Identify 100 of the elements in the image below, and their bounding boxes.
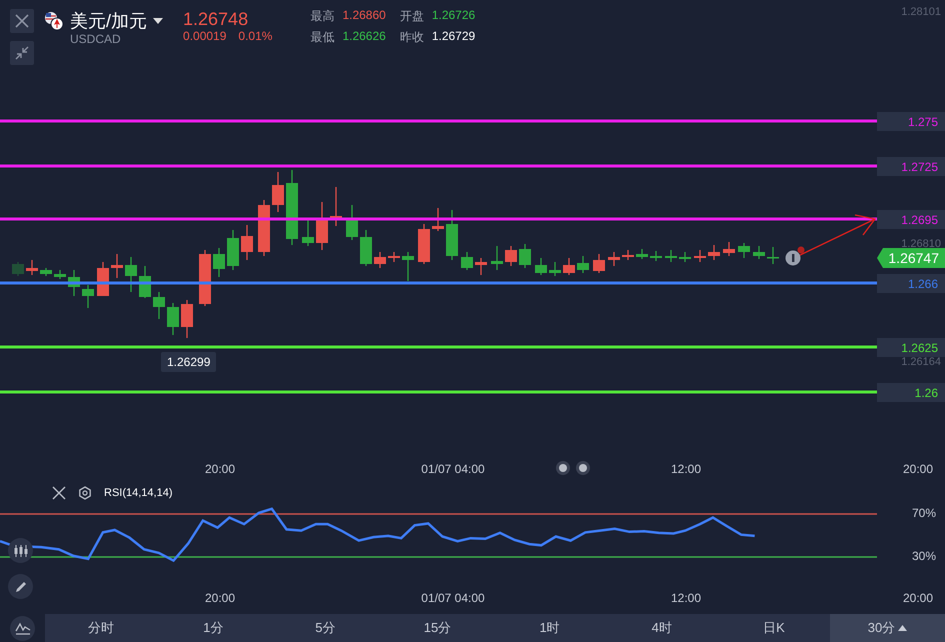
candlestick [767, 247, 779, 264]
price-axis-label: 1.26810 [901, 238, 941, 250]
time-axis-label: 20:00 [204, 591, 236, 605]
candlestick [679, 252, 691, 262]
timeframe-tab[interactable]: 4时 [606, 614, 718, 642]
info-icon [786, 246, 804, 266]
candlestick [388, 252, 400, 262]
candlestick [461, 252, 473, 270]
timeframe-tab[interactable]: 5分 [269, 614, 382, 642]
time-axis-label: 20:00 [902, 591, 934, 605]
candlestick [40, 268, 52, 276]
candlestick [82, 285, 94, 308]
candlestick [346, 205, 358, 240]
stat-label: 昨收 [400, 29, 424, 46]
time-axis-label: 20:00 [902, 462, 934, 476]
low-price-tag: 1.26299 [161, 352, 216, 372]
candlestick [535, 258, 547, 275]
candlestick [12, 262, 24, 276]
stat-value: 1.26860 [342, 8, 386, 24]
candlestick [241, 225, 253, 260]
price-axis-label: 1.28101 [901, 6, 941, 18]
candlestick [432, 208, 444, 231]
stat-label: 最低 [310, 29, 334, 46]
instrument-selector[interactable]: 美元/加元 [70, 9, 164, 33]
candlestick [302, 218, 314, 246]
settings-icon[interactable] [78, 486, 92, 500]
candlestick [167, 303, 179, 335]
caret-icon [153, 18, 164, 24]
candlestick [418, 224, 430, 264]
collapse-arrows-icon [15, 46, 29, 60]
candlestick [54, 270, 66, 279]
candlestick [26, 260, 38, 275]
caret-icon [898, 625, 908, 631]
instrument-code: USDCAD [70, 33, 122, 46]
candlestick [694, 250, 706, 262]
price-axis-label: 1.26164 [901, 356, 941, 368]
stat-value: 1.26729 [432, 29, 476, 45]
flags-icon [44, 11, 64, 31]
candlestick [258, 200, 270, 256]
candlestick [213, 248, 225, 277]
candlestick [402, 252, 414, 281]
indicator-icon [14, 621, 30, 635]
candlestick [563, 258, 575, 275]
candlestick [577, 256, 589, 273]
timeframe-tab[interactable]: 分时 [45, 614, 158, 642]
close-icon[interactable] [52, 486, 66, 500]
change-percent: 0.01% [238, 29, 272, 43]
candlestick [125, 257, 137, 292]
stat-value: 1.26726 [432, 8, 476, 24]
candlestick [272, 172, 284, 212]
timeframe-tab[interactable]: 1分 [157, 614, 270, 642]
timeframe-tab[interactable]: 15分 [381, 614, 494, 642]
candlestick [708, 245, 720, 260]
time-axis-label: 12:00 [670, 462, 702, 476]
candlestick [316, 202, 328, 250]
candlestick [636, 249, 648, 259]
candlestick [593, 254, 605, 273]
price-change: 0.00019 [183, 29, 226, 43]
timeframe-tab[interactable]: 30分 [830, 614, 945, 642]
candlestick [475, 258, 487, 275]
price-level-tag: 1.2695 [877, 210, 945, 229]
candlestick [650, 251, 662, 261]
timeframe-tab[interactable]: 日K [718, 614, 830, 642]
price-level-tag: 1.275 [877, 112, 945, 131]
timeframe-tab[interactable]: 1时 [494, 614, 606, 642]
candlestick [505, 246, 517, 266]
pencil-icon [14, 580, 28, 594]
candlestick [153, 292, 165, 319]
candlestick [360, 230, 372, 266]
indicator-button[interactable] [10, 616, 35, 640]
candlestick-tool-button[interactable] [8, 538, 33, 563]
time-axis-label: 01/07 04:00 [421, 591, 485, 605]
candlestick [608, 252, 620, 266]
time-axis-label: 01/07 04:00 [421, 462, 485, 476]
collapse-button[interactable] [10, 41, 34, 65]
stat-value: 1.26626 [342, 29, 386, 45]
time-axis-label: 20:00 [204, 462, 236, 476]
price-level-tag: 1.266 [877, 274, 945, 293]
last-price: 1.26748 [183, 9, 250, 29]
candlestick [519, 244, 531, 268]
candlestick [665, 250, 677, 262]
draw-tool-button[interactable] [8, 574, 33, 599]
candlestick [753, 246, 765, 259]
close-button[interactable] [10, 9, 34, 33]
candlestick [622, 250, 634, 260]
price-level-tag: 1.2625 [877, 338, 945, 357]
indicator-title: RSI(14,14,14) [104, 487, 172, 499]
price-level-tag: 1.2725 [877, 157, 945, 176]
candlestick [446, 210, 458, 260]
candlestick [227, 230, 239, 270]
candlestick [181, 300, 193, 338]
price-level-tag: 1.26 [877, 383, 945, 402]
candlestick [723, 242, 735, 256]
candlestick [199, 250, 211, 306]
candlestick [549, 262, 561, 276]
candlestick-icon [12, 544, 28, 558]
pager-dots-icon [556, 461, 590, 475]
stat-label: 开盘 [400, 8, 424, 25]
time-axis-label: 12:00 [670, 591, 702, 605]
candlestick [491, 246, 503, 270]
